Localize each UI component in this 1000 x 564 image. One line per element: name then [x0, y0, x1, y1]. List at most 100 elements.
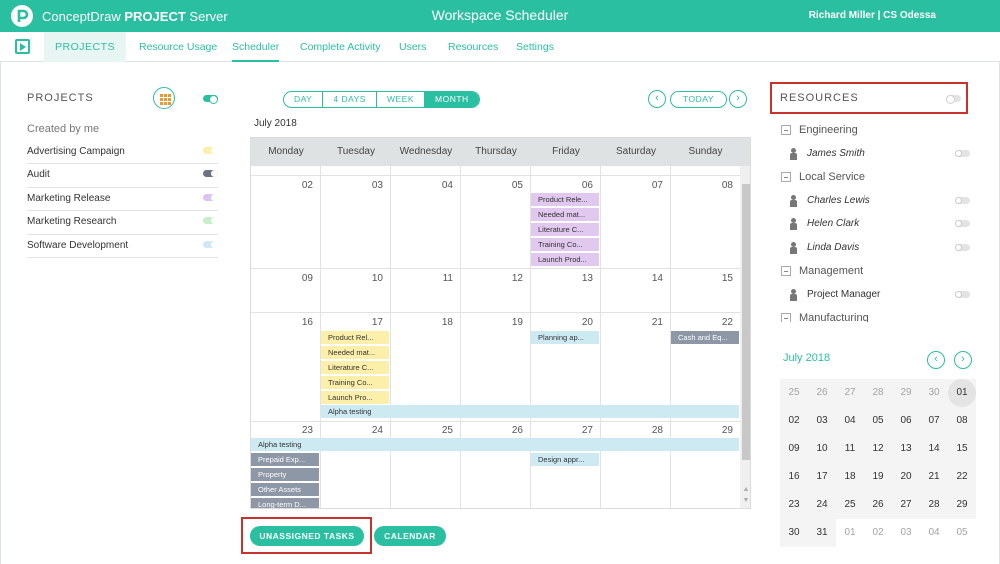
- nav-resources[interactable]: Resources: [448, 32, 498, 62]
- mini-day[interactable]: 18: [836, 463, 864, 491]
- mini-day[interactable]: 03: [892, 519, 920, 547]
- resource-toggle[interactable]: [955, 290, 970, 298]
- mini-prev-icon[interactable]: ‹: [927, 351, 945, 369]
- calendar-event[interactable]: Product Rel...: [321, 331, 389, 344]
- next-period-icon[interactable]: ›: [729, 90, 747, 108]
- mini-day[interactable]: 23: [780, 491, 808, 519]
- resource-group[interactable]: Manufacturing: [780, 309, 975, 322]
- nav-scheduler[interactable]: Scheduler: [232, 32, 280, 62]
- mini-day[interactable]: 08: [948, 407, 976, 435]
- calendar-event[interactable]: Training Co...: [531, 238, 599, 251]
- collapse-icon[interactable]: [781, 172, 791, 182]
- calendar-event[interactable]: Product Rele...: [531, 193, 599, 206]
- resource-group[interactable]: Engineering: [780, 121, 975, 145]
- collapse-icon[interactable]: [781, 313, 791, 322]
- mini-day[interactable]: 22: [948, 463, 976, 491]
- mini-day[interactable]: 10: [808, 435, 836, 463]
- calendar-button[interactable]: CALENDAR: [374, 526, 446, 546]
- calendar-event[interactable]: Needed mat...: [321, 346, 389, 359]
- calendar-event[interactable]: Alpha testing: [321, 405, 739, 418]
- view-month-button[interactable]: MONTH: [425, 92, 479, 107]
- project-toggle[interactable]: [203, 240, 218, 248]
- mini-day[interactable]: 25: [780, 379, 808, 407]
- mini-day[interactable]: 09: [780, 435, 808, 463]
- project-item[interactable]: Software Development: [27, 235, 218, 258]
- calendar-event[interactable]: Property: [251, 468, 319, 481]
- mini-day[interactable]: 07: [920, 407, 948, 435]
- view-week-button[interactable]: WEEK: [377, 92, 425, 107]
- collapse-icon[interactable]: [781, 266, 791, 276]
- mini-day[interactable]: 06: [892, 407, 920, 435]
- calendar-event[interactable]: Training Co...: [321, 376, 389, 389]
- mini-day[interactable]: 26: [864, 491, 892, 519]
- mini-next-icon[interactable]: ›: [954, 351, 972, 369]
- user-info[interactable]: Richard Miller | CS Odessa: [809, 10, 936, 21]
- mini-day[interactable]: 04: [920, 519, 948, 547]
- mini-day[interactable]: 13: [892, 435, 920, 463]
- calendar-event[interactable]: Alpha testing: [251, 438, 739, 451]
- resource-group[interactable]: Management: [780, 262, 975, 286]
- resource-item[interactable]: James Smith: [780, 145, 975, 169]
- resource-toggle[interactable]: [955, 196, 970, 204]
- mini-day[interactable]: 29: [948, 491, 976, 519]
- mini-day[interactable]: 28: [920, 491, 948, 519]
- projects-toggle[interactable]: [203, 95, 218, 104]
- mini-day[interactable]: 25: [836, 491, 864, 519]
- mini-day[interactable]: 21: [920, 463, 948, 491]
- resources-toggle[interactable]: [946, 95, 961, 104]
- mini-day[interactable]: 01: [836, 519, 864, 547]
- nav-resource-usage[interactable]: Resource Usage: [139, 32, 217, 62]
- mini-day[interactable]: 20: [892, 463, 920, 491]
- mini-day[interactable]: 11: [836, 435, 864, 463]
- mini-day[interactable]: 29: [892, 379, 920, 407]
- mini-day[interactable]: 02: [864, 519, 892, 547]
- mini-day[interactable]: 05: [948, 519, 976, 547]
- calendar-event[interactable]: Planning ap...: [531, 331, 599, 344]
- collapse-icon[interactable]: [781, 125, 791, 135]
- mini-day[interactable]: 02: [780, 407, 808, 435]
- mini-day[interactable]: 30: [920, 379, 948, 407]
- calendar-event[interactable]: Long-term D...: [251, 498, 319, 508]
- mini-day-today[interactable]: 01: [948, 379, 976, 407]
- project-item[interactable]: Marketing Research: [27, 211, 218, 235]
- mini-day[interactable]: 04: [836, 407, 864, 435]
- mini-day[interactable]: 24: [808, 491, 836, 519]
- resource-group[interactable]: Local Service: [780, 168, 975, 192]
- project-item[interactable]: Audit: [27, 164, 218, 188]
- nav-projects[interactable]: PROJECTS: [44, 32, 126, 62]
- mini-day[interactable]: 16: [780, 463, 808, 491]
- calendar-event[interactable]: Needed mat...: [531, 208, 599, 221]
- calendar-event[interactable]: Other Assets: [251, 483, 319, 496]
- resource-item[interactable]: Project Manager: [780, 286, 975, 310]
- resource-item[interactable]: Charles Lewis: [780, 192, 975, 216]
- mini-day[interactable]: 26: [808, 379, 836, 407]
- mini-day[interactable]: 05: [864, 407, 892, 435]
- mini-day[interactable]: 03: [808, 407, 836, 435]
- calendar-event[interactable]: Launch Pro...: [321, 391, 389, 404]
- nav-complete-activity[interactable]: Complete Activity: [300, 32, 381, 62]
- project-item[interactable]: Marketing Release: [27, 188, 218, 212]
- project-toggle[interactable]: [203, 193, 218, 201]
- scrollbar-thumb[interactable]: [742, 184, 750, 460]
- view-4days-button[interactable]: 4 DAYS: [323, 92, 377, 107]
- calendar-event[interactable]: Launch Prod...: [531, 253, 599, 266]
- mini-day[interactable]: 27: [892, 491, 920, 519]
- resource-toggle[interactable]: [955, 220, 970, 227]
- scroll-down-icon[interactable]: ▼: [742, 497, 750, 505]
- calendar-event[interactable]: Literature C...: [531, 223, 599, 236]
- calendar-event[interactable]: Cash and Eq...: [671, 331, 739, 344]
- calendar-grid[interactable]: 02 03 04 05 06 07 08 09 10 11 12 13 14 1…: [251, 166, 740, 508]
- mini-day[interactable]: 31: [808, 519, 836, 547]
- scroll-up-icon[interactable]: ▲: [742, 486, 750, 494]
- prev-period-icon[interactable]: ‹: [648, 90, 666, 108]
- mini-day[interactable]: 27: [836, 379, 864, 407]
- calendar-event[interactable]: Design appr...: [531, 453, 599, 466]
- calendar-event[interactable]: Prepaid Exp...: [251, 453, 319, 466]
- project-toggle[interactable]: [203, 170, 218, 178]
- nav-settings[interactable]: Settings: [516, 32, 554, 62]
- resource-toggle[interactable]: [955, 243, 970, 251]
- grid-view-icon[interactable]: [153, 87, 175, 109]
- resource-toggle[interactable]: [955, 149, 970, 157]
- resource-item[interactable]: Helen Clark: [780, 215, 975, 239]
- mini-day[interactable]: 15: [948, 435, 976, 463]
